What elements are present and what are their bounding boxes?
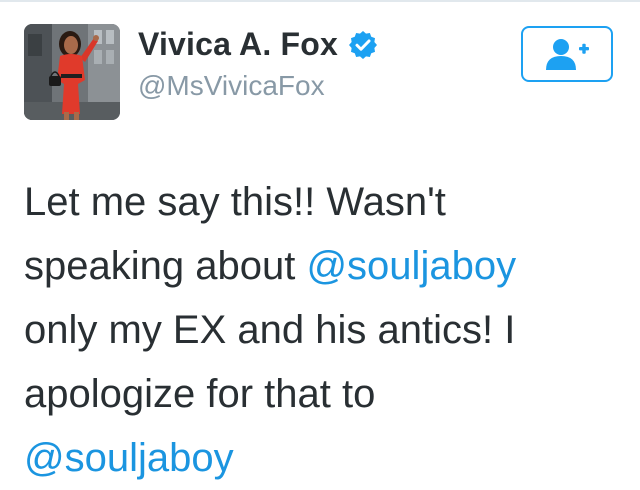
avatar[interactable] (24, 24, 120, 120)
tweet-line-3: only my EX and his antics! I (24, 308, 516, 352)
verified-badge-icon (349, 30, 378, 59)
top-divider (0, 0, 640, 2)
mention-link-souljaboy[interactable]: @souljaboy (306, 244, 516, 288)
tweet-line-2-prefix: speaking about (24, 244, 307, 288)
author-name-row: Vivica A. Fox (138, 26, 378, 63)
follow-button[interactable] (521, 26, 613, 82)
tweet-line-1: Let me say this!! Wasn't (24, 180, 446, 224)
add-user-icon (546, 39, 589, 70)
author-handle[interactable]: @MsVivicaFox (138, 70, 325, 102)
author-display-name[interactable]: Vivica A. Fox (138, 26, 338, 63)
mention-link-souljaboy[interactable]: @souljaboy (24, 436, 234, 480)
tweet-line-4: apologize for that to (24, 372, 376, 416)
tweet-text: Let me say this!! Wasn't speaking about @… (24, 170, 624, 490)
